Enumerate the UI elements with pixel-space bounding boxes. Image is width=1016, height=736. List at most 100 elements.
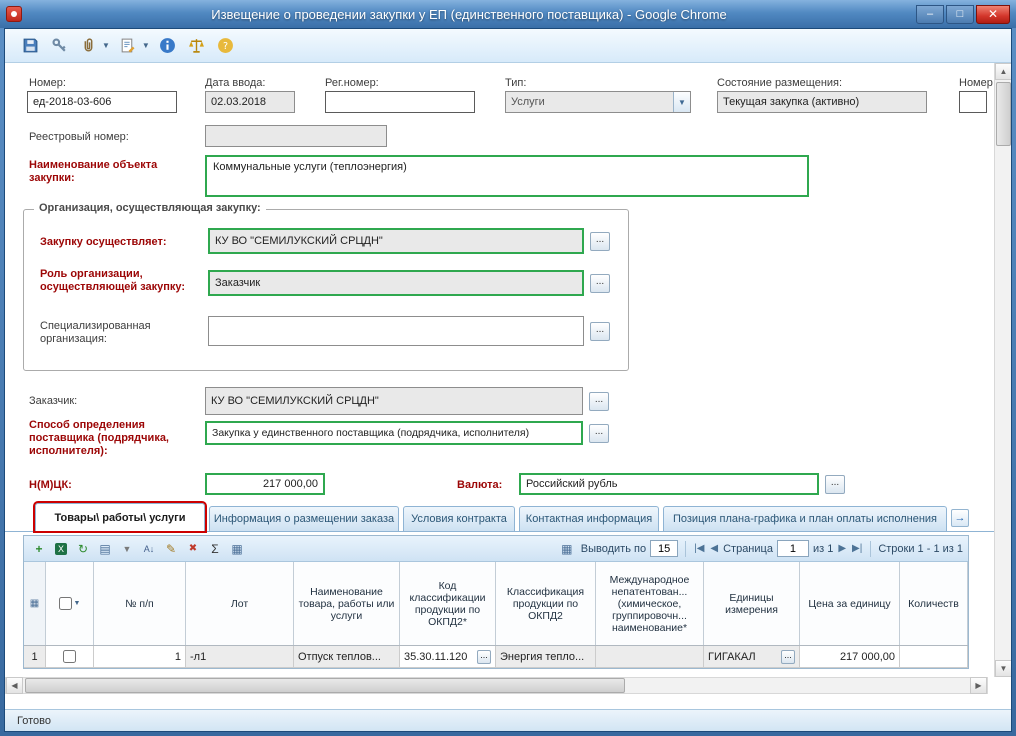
report-icon[interactable] — [117, 35, 139, 57]
page-size-input[interactable] — [650, 540, 679, 557]
specialized-org-lookup-button[interactable]: ... — [590, 322, 610, 341]
customer-field[interactable]: КУ ВО "СЕМИЛУКСКИЙ СРЦДН" — [205, 387, 583, 415]
scales-icon[interactable] — [186, 35, 208, 57]
method-lookup-button[interactable]: ... — [589, 424, 609, 443]
number-label: Номер: — [29, 77, 66, 89]
okpd2-code-lookup-button[interactable]: ... — [477, 649, 491, 664]
edit-filter-icon[interactable]: ✎ — [161, 540, 181, 558]
attachment-dropdown-icon[interactable]: ▼ — [102, 41, 110, 50]
scroll-up-icon[interactable]: ▲ — [995, 63, 1011, 80]
object-name-textarea[interactable]: Коммунальные услуги (теплоэнергия) — [205, 155, 809, 197]
purchaser-lookup-button[interactable]: ... — [590, 232, 610, 251]
close-button[interactable]: ✕ — [976, 4, 1010, 24]
app-toolbar: ▼ ▼ ? — [5, 29, 1011, 63]
window-frame: ▼ ▼ ? Номер: Дата ввода: 02.03.2018 Рег.… — [4, 28, 1012, 732]
unit-value: ГИГАКАЛ — [708, 650, 756, 663]
column-header-npp[interactable]: № п/п — [94, 562, 186, 645]
list-icon[interactable]: ▤ — [95, 540, 115, 558]
number-input[interactable] — [27, 91, 177, 113]
organization-group-legend: Организация, осуществляющая закупку: — [34, 202, 266, 214]
currency-lookup-button[interactable]: ... — [825, 475, 845, 494]
row-selector-header[interactable]: ▦ — [24, 562, 46, 645]
grid-toolbar: + X ↻ ▤ ▼ А↓ ✎ ✖ Σ ▦ ▦ Выводить по |◀ — [24, 536, 968, 562]
column-header-mnn[interactable]: Международное непатентован... (химическо… — [596, 562, 704, 645]
column-header-okpd2-class[interactable]: Классификация продукции по ОКПД2 — [496, 562, 596, 645]
okpd2-code-value: 35.30.11.120 — [404, 650, 468, 663]
tab-order-placement-info[interactable]: Информация о размещении заказа — [209, 506, 399, 531]
column-header-unit-price[interactable]: Цена за единицу — [800, 562, 900, 645]
tab-contract-terms[interactable]: Условия контракта — [403, 506, 515, 531]
save-icon[interactable] — [19, 35, 41, 57]
column-header-okpd2-code[interactable]: Код классификации продукции по ОКПД2* — [400, 562, 496, 645]
refresh-icon[interactable]: ↻ — [73, 540, 93, 558]
filter-icon[interactable]: ▼ — [117, 540, 137, 558]
prev-page-icon[interactable]: ◀ — [709, 543, 719, 554]
report-dropdown-icon[interactable]: ▼ — [142, 41, 150, 50]
tab-plan-schedule[interactable]: Позиция плана-графика и план оплаты испо… — [663, 506, 947, 531]
horizontal-scrollbar-thumb[interactable] — [25, 678, 625, 693]
currency-field[interactable]: Российский рубль — [519, 473, 819, 495]
tab-goods-works-services[interactable]: Товары\ работы\ услуги — [33, 501, 207, 533]
tabs-scroll-right-icon[interactable]: → — [951, 509, 969, 527]
rows-info: Строки 1 - 1 из 1 — [878, 542, 963, 555]
org-role-field[interactable]: Заказчик — [208, 270, 584, 296]
checkbox-dropdown-icon[interactable]: ▼ — [74, 598, 81, 610]
column-header-unit[interactable]: Единицы измерения — [704, 562, 800, 645]
reg-number-input[interactable] — [325, 91, 475, 113]
type-dropdown-icon[interactable]: ▼ — [673, 92, 690, 112]
specialized-org-field[interactable] — [208, 316, 584, 346]
signature-icon[interactable] — [48, 35, 70, 57]
export-excel-icon[interactable]: X — [51, 540, 71, 558]
attachment-icon[interactable] — [77, 35, 99, 57]
currency-label: Валюта: — [457, 479, 503, 491]
tabs-baseline — [5, 531, 994, 532]
next-page-icon[interactable]: ▶ — [837, 543, 847, 554]
type-label: Тип: — [505, 77, 527, 89]
nmck-input[interactable] — [205, 473, 325, 495]
registry-number-label: Реестровый номер: — [29, 131, 129, 143]
tab-contact-info[interactable]: Контактная информация — [519, 506, 659, 531]
page-size-label: Выводить по — [580, 542, 647, 555]
vertical-scrollbar-thumb[interactable] — [996, 82, 1011, 146]
column-header-name[interactable]: Наименование товара, работы или услуги — [294, 562, 400, 645]
titlebar: Извещение о проведении закупки у ЕП (еди… — [0, 0, 1016, 28]
okpd2-class-cell: Энергия тепло... — [496, 646, 596, 668]
info-icon[interactable] — [157, 35, 179, 57]
browser-window: Извещение о проведении закупки у ЕП (еди… — [0, 0, 1016, 736]
scroll-right-icon[interactable]: ▶ — [970, 677, 987, 694]
nmck-label: Н(М)ЦК: — [29, 479, 72, 491]
purchaser-label: Закупку осуществляет: — [40, 236, 167, 248]
customer-lookup-button[interactable]: ... — [589, 392, 609, 411]
columns-icon[interactable]: ▦ — [227, 540, 247, 558]
row-checkbox[interactable] — [63, 650, 76, 663]
checkbox-header[interactable]: ▼ — [46, 562, 94, 645]
sort-icon[interactable]: А↓ — [139, 540, 159, 558]
form-area: Номер: Дата ввода: 02.03.2018 Рег.номер:… — [5, 63, 1011, 709]
entry-date-label: Дата ввода: — [205, 77, 266, 89]
first-page-icon[interactable]: |◀ — [693, 543, 705, 554]
scroll-down-icon[interactable]: ▼ — [995, 660, 1011, 677]
scroll-left-icon[interactable]: ◀ — [6, 677, 23, 694]
page-size-icon[interactable]: ▦ — [557, 540, 577, 558]
select-all-checkbox[interactable] — [58, 597, 72, 610]
maximize-button[interactable]: □ — [946, 4, 974, 24]
column-header-lot[interactable]: Лот — [186, 562, 294, 645]
minimize-button[interactable]: – — [916, 4, 944, 24]
last-page-icon[interactable]: ▶| — [851, 543, 863, 554]
method-field[interactable]: Закупка у единственного поставщика (подр… — [205, 421, 583, 445]
specialized-org-label: Специализированная организация: — [40, 320, 151, 345]
org-role-lookup-button[interactable]: ... — [590, 274, 610, 293]
table-row[interactable]: 1 1 -л1 Отпуск теплов... 35.30.11.120...… — [24, 646, 968, 668]
number-partial-input[interactable] — [959, 91, 987, 113]
sum-icon[interactable]: Σ — [205, 540, 225, 558]
purchaser-field[interactable]: КУ ВО "СЕМИЛУКСКИЙ СРЦДН" — [208, 228, 584, 254]
clear-filter-icon[interactable]: ✖ — [183, 540, 203, 558]
column-header-quantity[interactable]: Количеств — [900, 562, 968, 645]
add-row-icon[interactable]: + — [29, 540, 49, 558]
unit-lookup-button[interactable]: ... — [781, 649, 795, 664]
page-label: Страница — [723, 542, 773, 555]
statusbar: Готово — [5, 709, 1011, 731]
help-icon[interactable]: ? — [215, 35, 237, 57]
page-input[interactable] — [776, 540, 809, 557]
type-select[interactable]: Услуги ▼ — [505, 91, 691, 113]
